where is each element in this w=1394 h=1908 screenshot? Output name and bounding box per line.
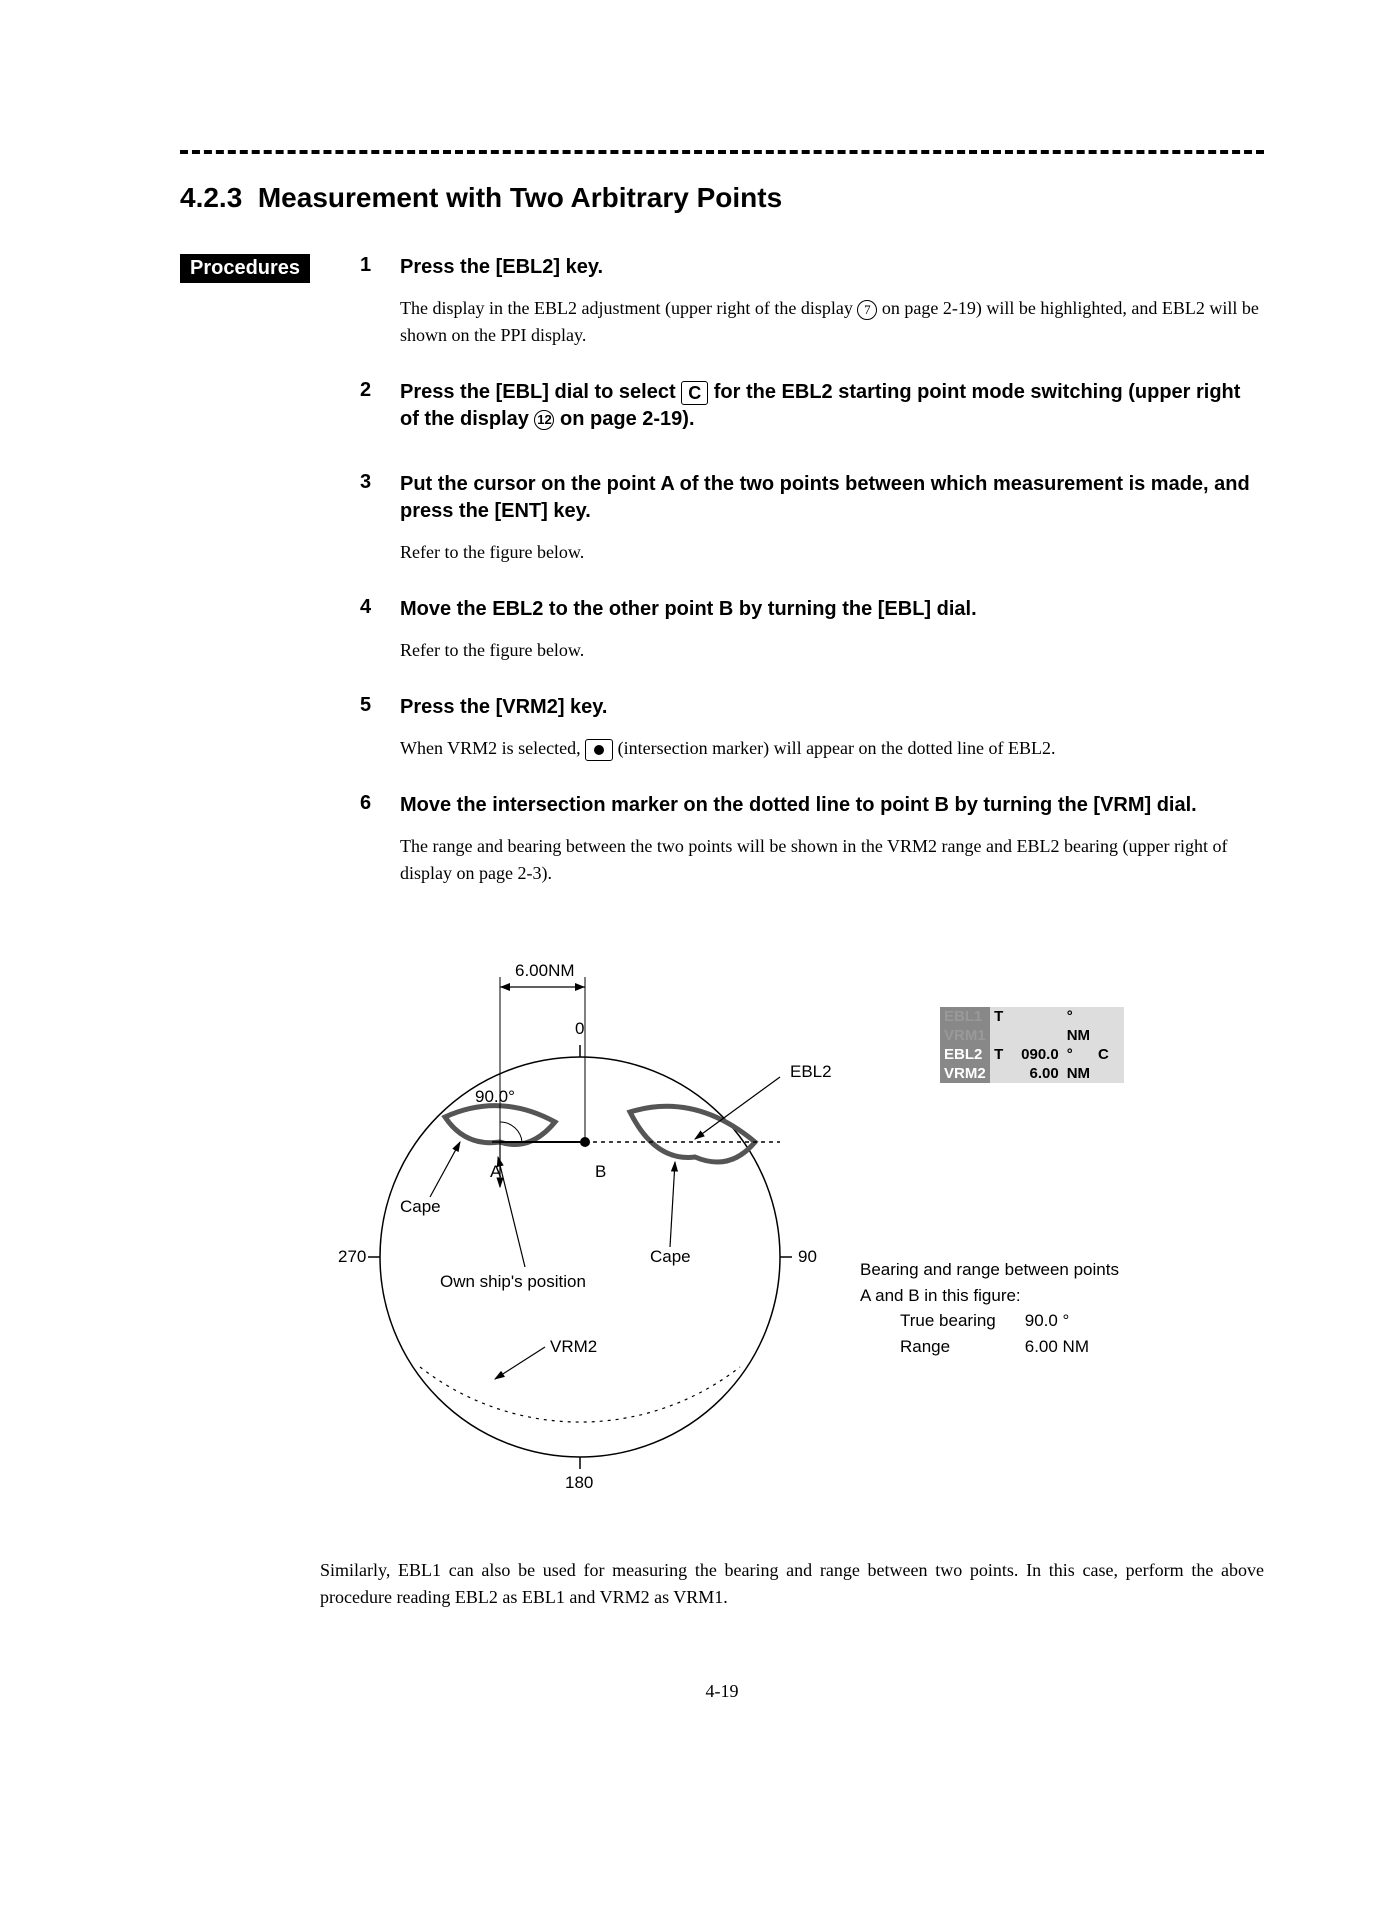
step-body: Refer to the figure below. [400,637,1264,664]
panel-row-vrm1: VRM1 NM [940,1026,1124,1045]
cape2: Cape [650,1247,691,1267]
step-body: The display in the EBL2 adjustment (uppe… [400,295,1264,349]
step-num: 2 [360,379,400,447]
circled-ref: 12 [534,410,554,430]
angle-180: 180 [565,1473,593,1493]
vrm2-label: VRM2 [550,1337,597,1357]
step-num: 5 [360,694,400,768]
section-number: 4.2.3 [180,182,242,213]
boxed-c: C [681,381,708,405]
point-b: B [595,1162,606,1182]
angle-90: 90 [798,1247,817,1267]
angle-text: 90.0° [475,1087,515,1107]
dot-marker-icon [585,739,613,761]
step-num: 6 [360,792,400,893]
panel-row-ebl1: EBL1 T ° [940,1007,1124,1026]
step-5: 5 Press the [VRM2] key. When VRM2 is sel… [360,694,1264,768]
section-title: Measurement with Two Arbitrary Points [258,182,782,213]
angle-0: 0 [575,1019,584,1039]
point-a: A [490,1162,501,1182]
step-num: 4 [360,596,400,670]
step-title: Move the EBL2 to the other point B by tu… [400,596,1264,623]
step-title: Move the intersection marker on the dott… [400,792,1264,819]
step-body: Refer to the figure below. [400,539,1264,566]
step-4: 4 Move the EBL2 to the other point B by … [360,596,1264,670]
figure: 6.00NM 0 90 180 270 90.0° A B Cape Cape … [300,947,1264,1527]
step-title: Put the cursor on the point A of the two… [400,471,1264,525]
bearing-info: Bearing and range between points A and B… [860,1257,1119,1359]
step-title: Press the [VRM2] key. [400,694,1264,721]
range-label: 6.00NM [515,961,575,981]
panel-row-vrm2: VRM2 6.00 NM [940,1064,1124,1083]
panel-row-ebl2: EBL2 T 090.0 ° C [940,1045,1124,1064]
step-body: The range and bearing between the two po… [400,833,1264,887]
step-num: 1 [360,254,400,355]
readout-panel: EBL1 T ° VRM1 NM EBL2 T 090.0 ° C [940,1007,1124,1083]
step-1: 1 Press the [EBL2] key. The display in t… [360,254,1264,355]
circled-ref: 7 [857,300,877,320]
step-title: Press the [EBL2] key. [400,254,1264,281]
step-title: Press the [EBL] dial to select C for the… [400,379,1264,433]
page-number: 4-19 [180,1681,1264,1702]
step-body: When VRM2 is selected, (intersection mar… [400,735,1264,762]
procedures-label: Procedures [180,254,310,283]
step-3: 3 Put the cursor on the point A of the t… [360,471,1264,572]
closing-paragraph: Similarly, EBL1 can also be used for mea… [320,1557,1264,1611]
step-6: 6 Move the intersection marker on the do… [360,792,1264,893]
step-2: 2 Press the [EBL] dial to select C for t… [360,379,1264,447]
section-rule [180,150,1264,154]
step-num: 3 [360,471,400,572]
cape1: Cape [400,1197,441,1217]
angle-270: 270 [338,1247,366,1267]
section-heading: 4.2.3 Measurement with Two Arbitrary Poi… [180,182,1264,214]
own-ship-label: Own ship's position [440,1272,586,1292]
ebl2-label: EBL2 [790,1062,832,1082]
